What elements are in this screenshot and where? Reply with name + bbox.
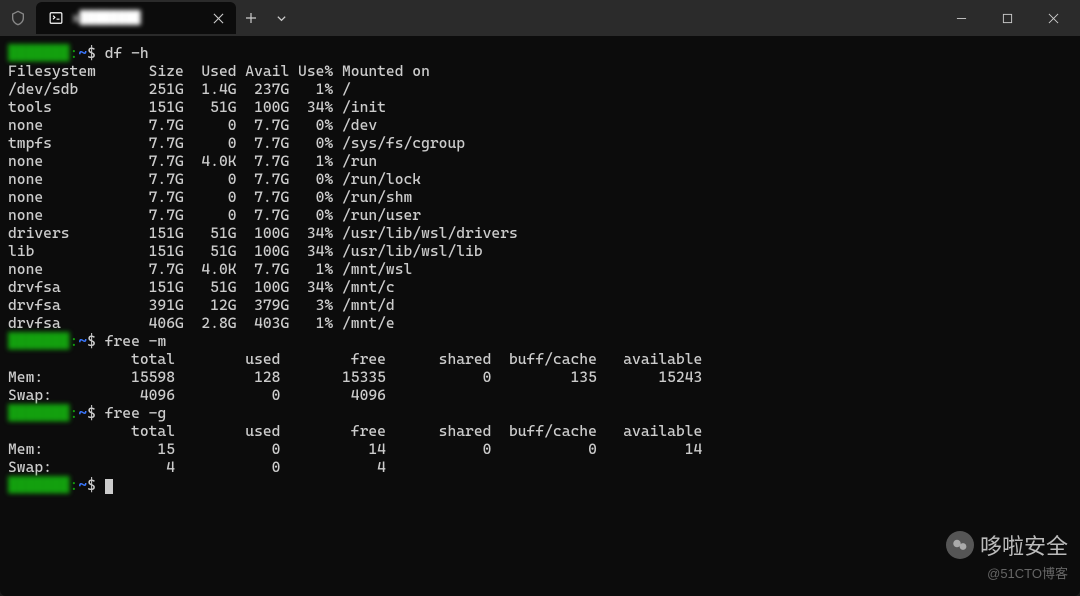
tab-close-button[interactable] — [206, 6, 230, 30]
watermark-main: 哆啦安全 — [946, 529, 1068, 561]
watermark-text: 哆啦安全 — [980, 529, 1068, 561]
window-controls — [938, 0, 1076, 36]
new-tab-button[interactable] — [236, 3, 266, 33]
terminal-icon — [48, 10, 64, 26]
minimize-button[interactable] — [938, 0, 984, 36]
terminal-tab[interactable]: x████████ — [36, 2, 236, 34]
maximize-button[interactable] — [984, 0, 1030, 36]
terminal-body[interactable]: ███████:~$ df -hFilesystem Size Used Ava… — [0, 36, 1080, 596]
tab-title: x████████ — [72, 11, 198, 26]
close-button[interactable] — [1030, 0, 1076, 36]
watermark-sub: @51CTO博客 — [946, 563, 1068, 582]
shield-icon — [6, 6, 30, 30]
watermark: 哆啦安全 @51CTO博客 — [946, 529, 1068, 582]
titlebar: x████████ — [0, 0, 1080, 36]
tab-area: x████████ — [4, 2, 938, 34]
wechat-icon — [946, 531, 974, 559]
tab-dropdown-button[interactable] — [266, 3, 296, 33]
